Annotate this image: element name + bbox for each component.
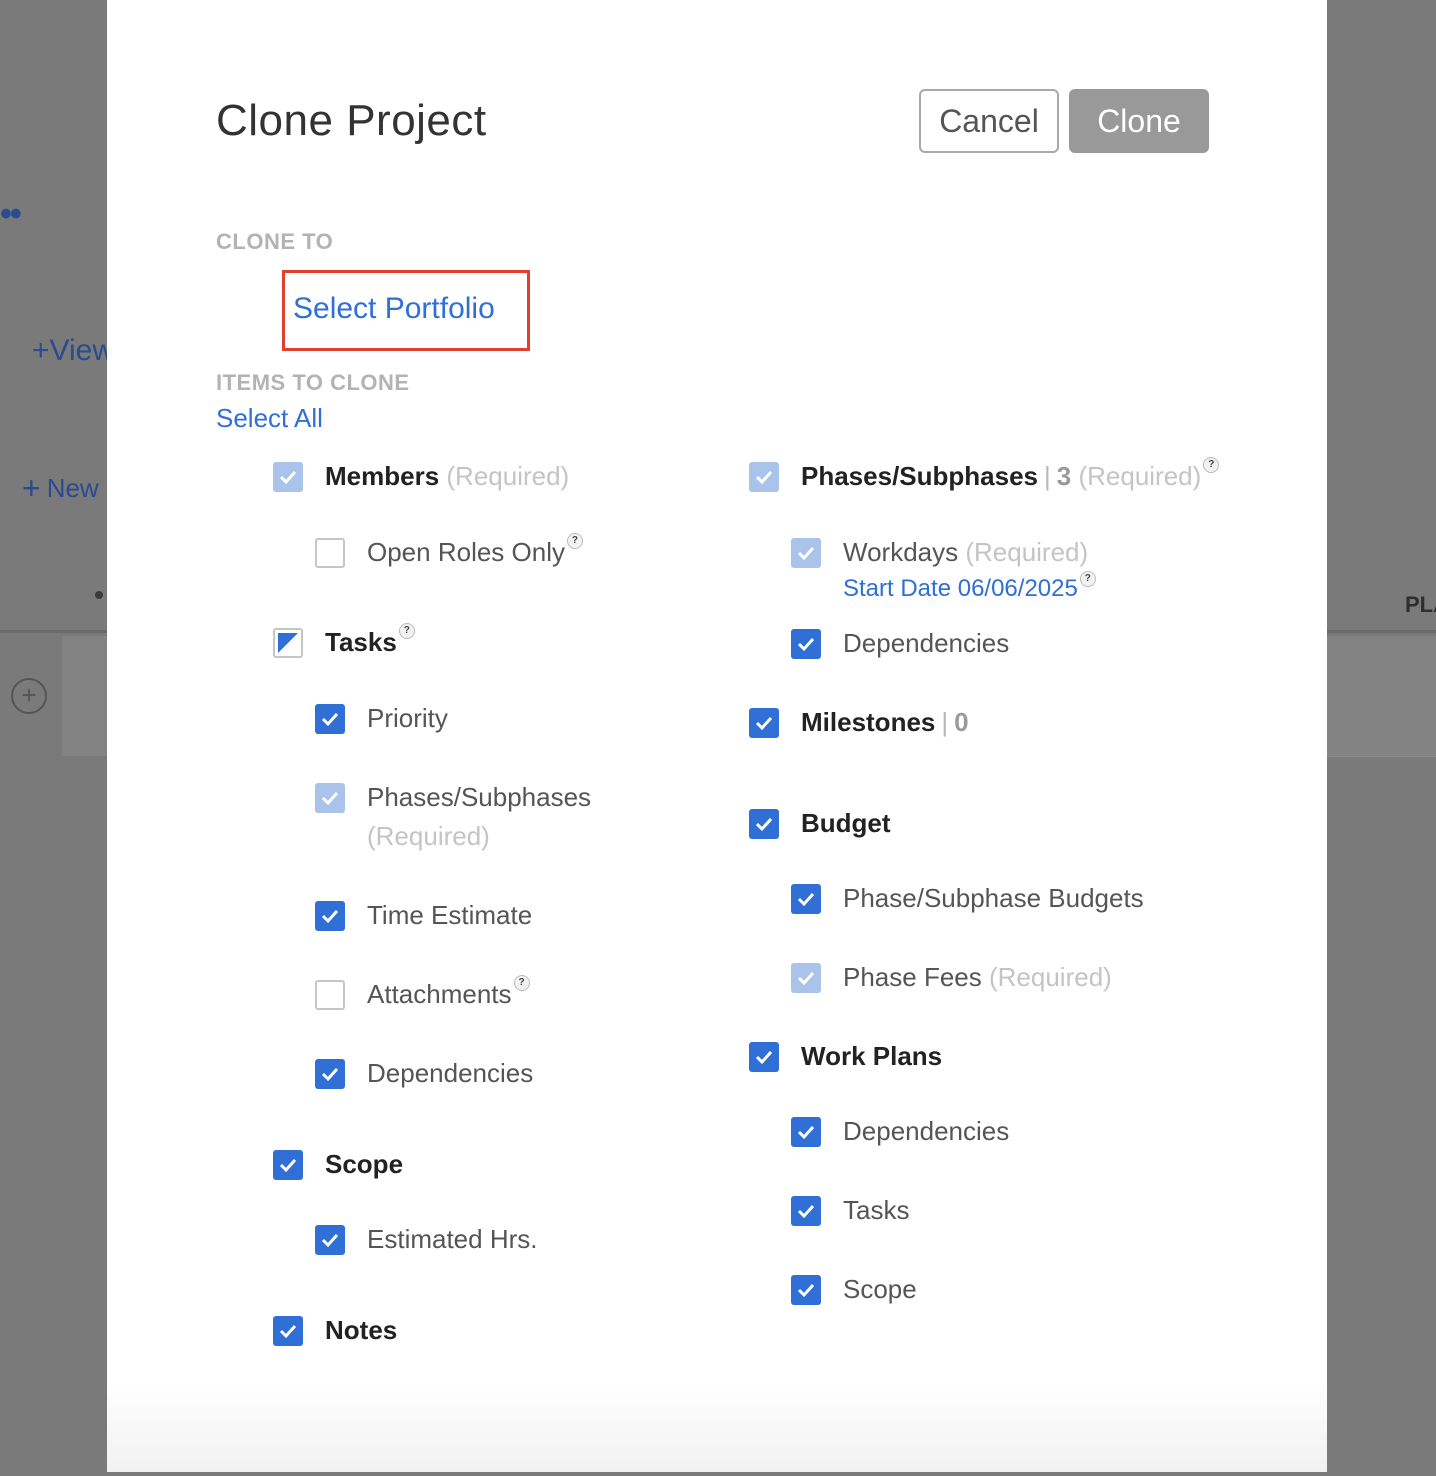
clone-project-modal: Clone Project Cancel Clone CLONE TO Sele… xyxy=(107,0,1327,1472)
start-date-link[interactable]: Start Date 06/06/2025? xyxy=(843,571,1096,603)
task-dependencies-checkbox[interactable] xyxy=(315,1059,345,1089)
select-all-link[interactable]: Select All xyxy=(216,403,323,434)
check-icon xyxy=(797,1283,815,1298)
background-row-right xyxy=(1327,636,1436,757)
bullet-dot xyxy=(95,591,103,599)
priority-label: Priority xyxy=(367,703,448,733)
time-estimate-label: Time Estimate xyxy=(367,900,533,930)
members-checkbox[interactable] xyxy=(273,462,303,492)
work-plans-label: Work Plans xyxy=(801,1041,943,1071)
check-icon xyxy=(755,1050,773,1065)
check-icon xyxy=(279,470,297,485)
check-icon xyxy=(321,791,339,806)
check-icon xyxy=(797,1125,815,1140)
phases-subphases-label: Phases/Subphases | 3 (Required)? xyxy=(801,457,1220,492)
scope-label: Scope xyxy=(325,1149,404,1179)
members-label: Members (Required) xyxy=(325,461,570,491)
add-circle-icon: + xyxy=(11,678,47,714)
notes-label: Notes xyxy=(325,1315,398,1345)
select-portfolio-link[interactable]: Select Portfolio xyxy=(293,292,495,326)
phase-budgets-checkbox[interactable] xyxy=(791,884,821,914)
tasks-label: Tasks? xyxy=(325,623,415,658)
check-icon xyxy=(321,1067,339,1082)
budget-label: Budget xyxy=(801,808,891,838)
work-plans-checkbox[interactable] xyxy=(749,1042,779,1072)
help-icon[interactable]: ? xyxy=(1079,571,1096,587)
required-note: (Required) xyxy=(1078,461,1202,491)
required-note: (Required) xyxy=(988,962,1112,992)
phase-dependencies-label: Dependencies xyxy=(843,628,1010,658)
check-icon xyxy=(797,892,815,907)
tasks-checkbox[interactable] xyxy=(273,628,303,658)
help-icon[interactable]: ? xyxy=(1203,457,1220,473)
check-icon xyxy=(321,1233,339,1248)
workdays-label: Workdays (Required) xyxy=(843,537,1089,567)
budget-checkbox[interactable] xyxy=(749,809,779,839)
check-icon xyxy=(755,470,773,485)
task-phases-label: Phases/Subphases xyxy=(367,782,592,812)
phases-count: 3 xyxy=(1056,461,1072,491)
clone-to-label: CLONE TO xyxy=(216,229,334,254)
cancel-button[interactable]: Cancel xyxy=(919,89,1059,153)
scope-checkbox[interactable] xyxy=(273,1150,303,1180)
check-icon xyxy=(279,1324,297,1339)
more-dots-icon: •• xyxy=(0,195,22,233)
new-label: New xyxy=(46,473,99,503)
modal-footer-fade xyxy=(107,1382,1327,1472)
check-icon xyxy=(797,971,815,986)
wp-tasks-label: Tasks xyxy=(843,1195,910,1225)
check-icon xyxy=(797,1204,815,1219)
required-note: (Required) xyxy=(446,461,570,491)
check-icon xyxy=(755,716,773,731)
task-dependencies-label: Dependencies xyxy=(367,1058,534,1088)
notes-checkbox[interactable] xyxy=(273,1316,303,1346)
add-view-link: +View xyxy=(32,334,115,367)
time-estimate-checkbox[interactable] xyxy=(315,901,345,931)
items-to-clone-label: ITEMS TO CLONE xyxy=(216,370,410,395)
modal-title: Clone Project xyxy=(216,96,487,145)
help-icon[interactable]: ? xyxy=(513,975,530,991)
milestones-count: 0 xyxy=(954,707,969,737)
background-row xyxy=(62,636,108,756)
phase-fees-label: Phase Fees (Required) xyxy=(843,962,1112,992)
check-icon xyxy=(279,1158,297,1173)
new-item-link: + New xyxy=(22,470,99,507)
phase-budgets-label: Phase/Subphase Budgets xyxy=(843,883,1144,913)
check-icon xyxy=(321,909,339,924)
estimated-hrs-label: Estimated Hrs. xyxy=(367,1224,538,1254)
plus-icon: + xyxy=(22,470,41,506)
check-icon xyxy=(321,712,339,727)
clone-button[interactable]: Clone xyxy=(1069,89,1209,153)
column-header-fragment: PLA xyxy=(1405,592,1436,617)
help-icon[interactable]: ? xyxy=(566,533,583,549)
check-icon xyxy=(797,546,815,561)
priority-checkbox[interactable] xyxy=(315,704,345,734)
milestones-label: Milestones | 0 xyxy=(801,707,969,737)
check-icon xyxy=(797,637,815,652)
phases-subphases-checkbox[interactable] xyxy=(749,462,779,492)
open-roles-checkbox[interactable] xyxy=(315,538,345,568)
required-note: (Required) xyxy=(367,821,490,851)
attachments-label: Attachments? xyxy=(367,975,530,1010)
open-roles-label: Open Roles Only? xyxy=(367,533,583,568)
wp-dependencies-checkbox[interactable] xyxy=(791,1117,821,1147)
wp-tasks-checkbox[interactable] xyxy=(791,1196,821,1226)
wp-dependencies-label: Dependencies xyxy=(843,1116,1010,1146)
required-note: (Required) xyxy=(965,537,1089,567)
divider-left xyxy=(0,630,108,633)
wp-scope-checkbox[interactable] xyxy=(791,1275,821,1305)
task-phases-checkbox[interactable] xyxy=(315,783,345,813)
attachments-checkbox[interactable] xyxy=(315,980,345,1010)
milestones-checkbox[interactable] xyxy=(749,708,779,738)
divider-right xyxy=(1327,630,1436,633)
workdays-checkbox[interactable] xyxy=(791,538,821,568)
help-icon[interactable]: ? xyxy=(398,623,415,639)
estimated-hrs-checkbox[interactable] xyxy=(315,1225,345,1255)
phase-fees-checkbox[interactable] xyxy=(791,963,821,993)
phase-dependencies-checkbox[interactable] xyxy=(791,629,821,659)
wp-scope-label: Scope xyxy=(843,1274,917,1304)
check-icon xyxy=(755,817,773,832)
